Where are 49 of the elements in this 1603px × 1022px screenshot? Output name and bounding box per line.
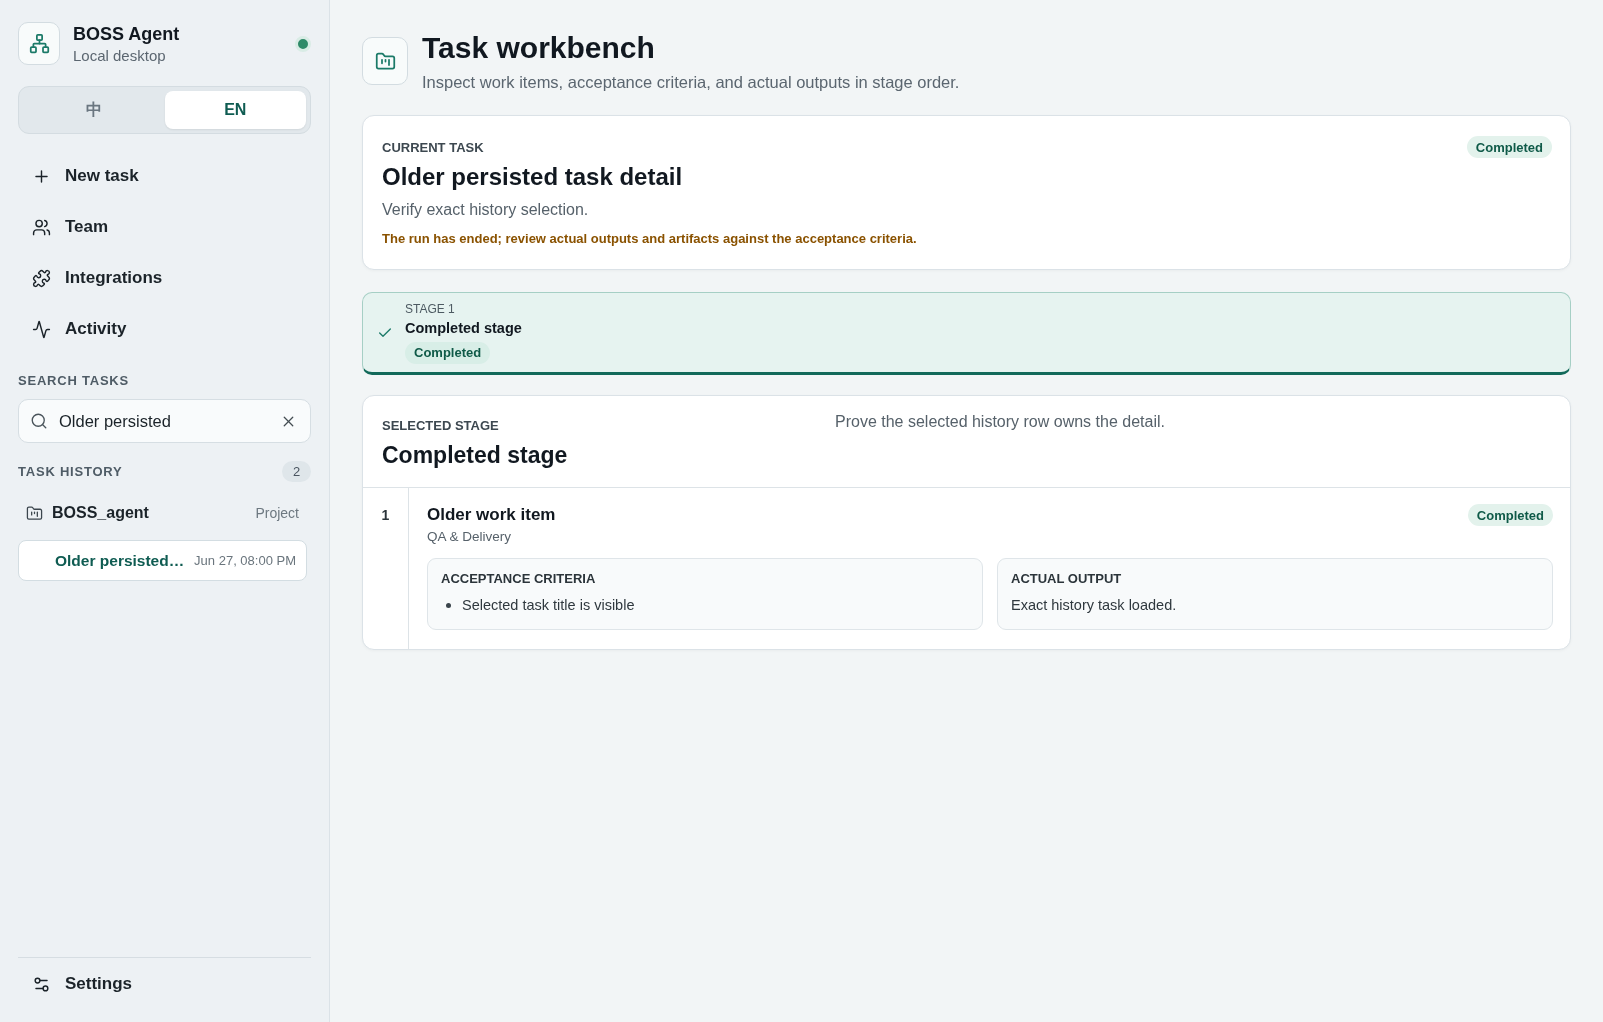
task-title: Older persisted task detail [382, 162, 684, 192]
criteria-item: Selected task title is visible [462, 596, 635, 615]
search-icon [30, 412, 48, 430]
item-number: 1 [363, 488, 409, 649]
stage-card[interactable]: STAGE 1 Completed stage Completed [362, 292, 1571, 375]
card-label: CURRENT TASK [382, 140, 485, 156]
card-label: SELECTED STAGE [382, 418, 500, 434]
nav-item[interactable]: Integrations [18, 256, 177, 300]
history-task-time: Jun 27, 08:00 PM [194, 553, 296, 568]
work-item-title: Older work item [427, 504, 556, 526]
work-item-team: QA & Delivery [427, 528, 513, 546]
history-task-title: Older persisted… [55, 551, 185, 570]
panel-heading: ACTUAL OUTPUT [1011, 571, 1123, 587]
task-description: Verify exact history selection. [382, 200, 590, 220]
app-subtitle: Local desktop [73, 45, 167, 65]
sliders-icon [32, 974, 51, 994]
panel-heading: ACCEPTANCE CRITERIA [441, 571, 597, 587]
folder-icon [362, 37, 408, 85]
activity-icon [32, 319, 51, 339]
project-name: BOSS_agent [52, 504, 149, 522]
stage-title: Completed stage [382, 441, 569, 469]
output-text: Exact history task loaded. [1011, 596, 1178, 615]
section-label: TASK HISTORY [18, 463, 123, 480]
language-tab[interactable]: 中 [23, 91, 165, 129]
status-badge: Completed [405, 341, 491, 364]
stage-title: Completed stage [405, 318, 522, 338]
task-notice: The run has ended; review actual outputs and artifacts against the acceptance criteria. [382, 230, 917, 248]
page-subtitle: Inspect work items, acceptance criteria, and actual outputs in stage order. [422, 72, 960, 93]
project-label: Project [255, 505, 299, 521]
folder-icon [26, 504, 43, 522]
language-tab[interactable]: EN [164, 91, 306, 129]
status-badge: Completed [1466, 136, 1552, 158]
page-title: Task workbench [422, 30, 656, 66]
nav-item[interactable]: Team [18, 205, 123, 249]
section-label: SEARCH TASKS [18, 373, 130, 389]
puzzle-icon [32, 268, 51, 288]
hierarchy-icon [18, 22, 60, 65]
bullet-icon [446, 602, 451, 608]
nav-item[interactable]: Activity [18, 307, 141, 351]
stage-description: Prove the selected history row owns the detail. [835, 412, 1166, 432]
app-name: BOSS Agent [73, 22, 180, 45]
history-item[interactable]: Older persisted… Jun 27, 08:00 PM [18, 540, 307, 581]
search-field[interactable]: Older persisted [18, 399, 311, 443]
settings-button[interactable]: Settings [18, 962, 147, 1006]
status-badge: Completed [1467, 504, 1553, 526]
count-badge: 2 [282, 461, 311, 482]
nav-item[interactable]: New task [18, 154, 153, 198]
stage-label: STAGE 1 [405, 301, 456, 317]
users-icon [32, 217, 51, 237]
